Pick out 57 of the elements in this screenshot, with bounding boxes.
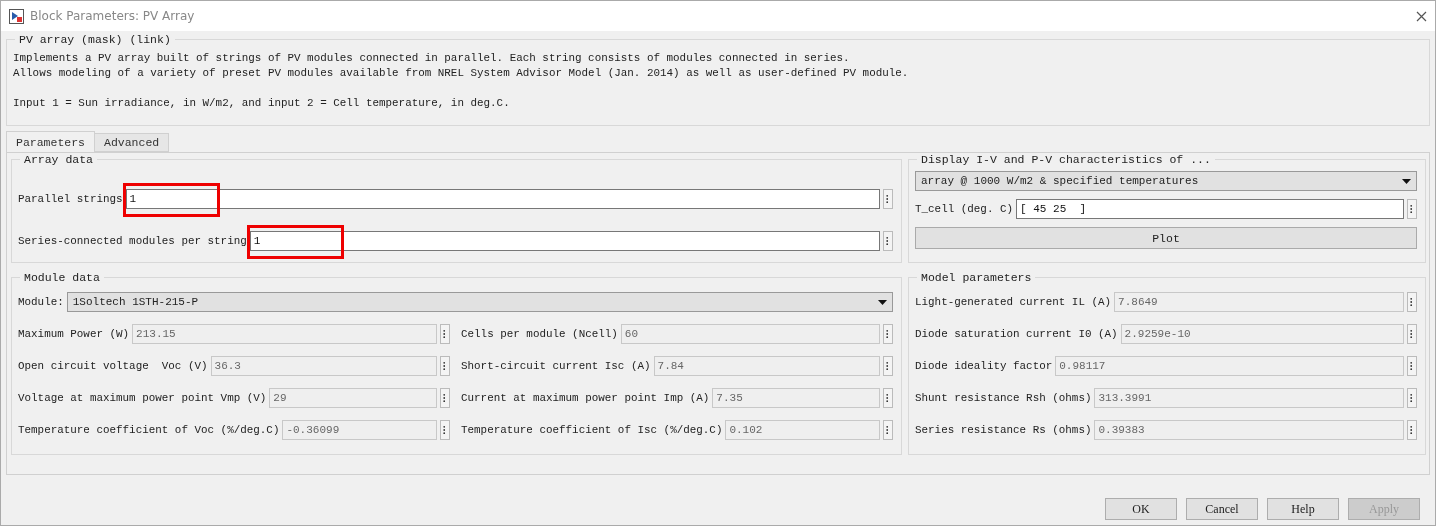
plot-button[interactable]: Plot xyxy=(915,227,1417,249)
more-options-icon[interactable] xyxy=(1407,199,1417,219)
field-label: T_cell (deg. C) xyxy=(915,203,1014,215)
more-options-icon[interactable] xyxy=(1407,388,1417,408)
field-label: Diode saturation current I0 (A) xyxy=(915,328,1118,340)
more-options-icon[interactable] xyxy=(1407,420,1417,440)
more-options-icon[interactable] xyxy=(440,388,450,408)
field-label: Module: xyxy=(18,296,64,308)
tab[interactable]: Advanced xyxy=(94,133,170,152)
more-options-icon[interactable] xyxy=(1407,292,1417,312)
group-title: Module data xyxy=(23,271,101,284)
more-options-icon[interactable] xyxy=(1407,324,1417,344)
dropdown-arrow-icon xyxy=(1402,178,1411,184)
dropdown-arrow-icon xyxy=(878,299,887,305)
more-options-icon[interactable] xyxy=(883,356,893,376)
window-title: Block Parameters: PV Array xyxy=(30,9,196,23)
field-label: Series resistance Rs (ohms) xyxy=(915,424,1092,436)
description-text: Implements a PV array built of strings of PV modules connected in parallel. Each string consists of modules connected in series. xyxy=(13,51,851,66)
more-options-icon[interactable] xyxy=(440,356,450,376)
field-label: Short-circuit current Isc (A) xyxy=(461,360,651,372)
input-field[interactable]: 1 xyxy=(249,231,880,251)
group-title: Display I-V and P-V characteristics of ... xyxy=(920,153,1212,166)
dialog-button[interactable]: Cancel xyxy=(1186,498,1258,520)
field-label: Temperature coefficient of Isc (%/deg.C) xyxy=(461,424,723,436)
more-options-icon[interactable] xyxy=(883,388,893,408)
input-field[interactable]: 1 xyxy=(125,189,880,209)
group-title: Array data xyxy=(23,153,94,166)
more-options-icon[interactable] xyxy=(883,420,893,440)
description-text: Allows modeling of a variety of preset PV modules available from NREL System Advisor Model (Jan. 2014) as well as user-defined PV module. xyxy=(13,66,910,81)
more-options-icon[interactable] xyxy=(883,231,893,251)
field-label: Light-generated current IL (A) xyxy=(915,296,1112,308)
characteristics-dropdown[interactable]: array @ 1000 W/m2 & specified temperatures xyxy=(915,171,1417,191)
module-dropdown[interactable]: 1Soltech 1STH-215-P xyxy=(66,292,893,312)
input-field[interactable]: [ 45 25 ] xyxy=(1016,199,1404,219)
group-title: PV array (mask) (link) xyxy=(18,33,172,46)
more-options-icon[interactable] xyxy=(883,189,893,209)
tab[interactable]: Parameters xyxy=(6,131,95,152)
field-label: Open circuit voltage Voc (V) xyxy=(18,360,208,372)
close-icon[interactable] xyxy=(1416,10,1427,22)
field-label: Maximum Power (W) xyxy=(18,328,130,340)
field-label: Voltage at maximum power point Vmp (V) xyxy=(18,392,267,404)
field-label: Series-connected modules per string xyxy=(18,235,247,247)
field-label: Parallel strings xyxy=(18,193,123,205)
group-title: Model parameters xyxy=(920,271,1033,284)
dialog-button[interactable]: Help xyxy=(1267,498,1339,520)
field-label: Temperature coefficient of Voc (%/deg.C) xyxy=(18,424,280,436)
more-options-icon[interactable] xyxy=(440,324,450,344)
more-options-icon[interactable] xyxy=(1407,356,1417,376)
description-text: Input 1 = Sun irradiance, in W/m2, and input 2 = Cell temperature, in deg.C. xyxy=(13,96,511,111)
field-label: Current at maximum power point Imp (A) xyxy=(461,392,710,404)
field-label: Shunt resistance Rsh (ohms) xyxy=(915,392,1092,404)
app-icon xyxy=(9,8,24,24)
field-label: Diode ideality factor xyxy=(915,360,1053,372)
dialog-button[interactable]: OK xyxy=(1105,498,1177,520)
more-options-icon[interactable] xyxy=(440,420,450,440)
field-label: Cells per module (Ncell) xyxy=(461,328,618,340)
more-options-icon[interactable] xyxy=(883,324,893,344)
